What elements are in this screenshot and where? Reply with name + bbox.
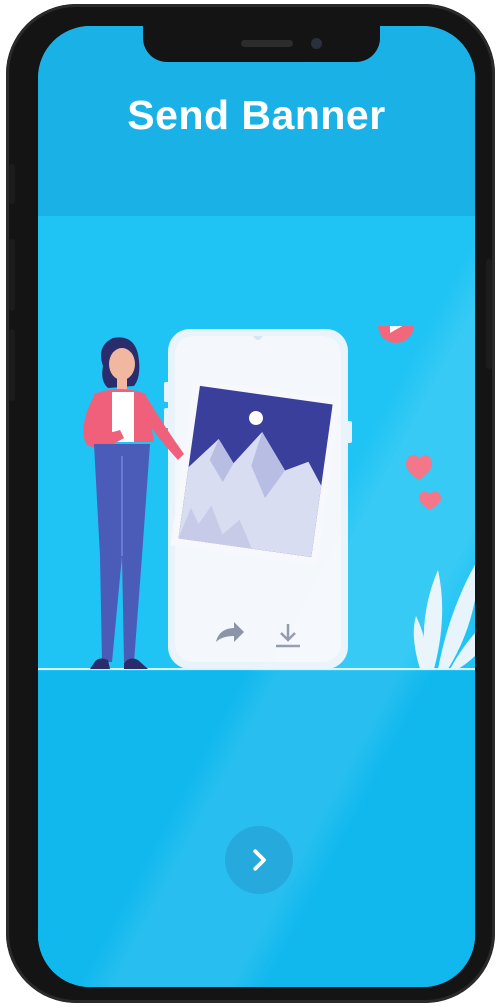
- volume-up-button: [9, 239, 15, 311]
- front-camera: [311, 38, 322, 49]
- mountain-photo: [170, 378, 341, 566]
- mute-switch: [9, 164, 15, 204]
- send-banner-illustration: [38, 326, 475, 670]
- earpiece-speaker: [241, 40, 293, 47]
- play-icon: [378, 326, 414, 343]
- volume-down-button: [9, 329, 15, 401]
- plant-leaves: [413, 564, 475, 669]
- page-title: Send Banner: [127, 92, 386, 138]
- heart-icon: [419, 491, 441, 510]
- heart-icon: [406, 455, 432, 480]
- phone-screen: Send Banner: [38, 26, 475, 987]
- next-button[interactable]: [225, 826, 293, 894]
- power-button: [486, 259, 492, 369]
- phone-frame: Send Banner: [6, 4, 495, 1003]
- chevron-right-icon: [253, 849, 266, 871]
- notch: [143, 26, 380, 62]
